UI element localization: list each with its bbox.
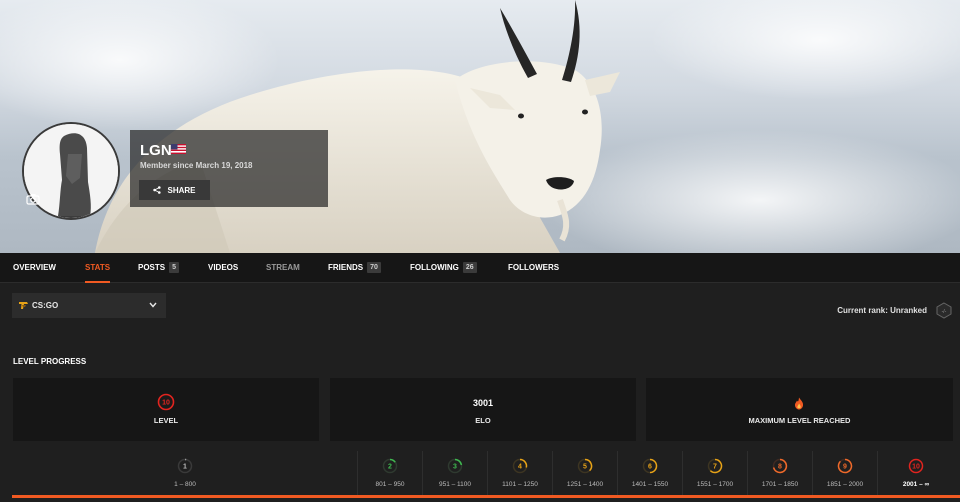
camera-icon[interactable] [26,193,40,205]
tab-stats[interactable]: STATS [85,253,111,283]
tab-friends[interactable]: FRIENDS 70 [328,253,381,283]
profile-tabs: OVERVIEW STATS POSTS 5 VIDEOS STREAM FRIE… [0,253,960,283]
level-range-9[interactable]: 9 1851 – 2000 [813,451,877,496]
level-range-text: 1851 – 2000 [826,481,864,488]
member-since: Member since March 19, 2018 [140,161,253,170]
level-range-text: 1401 – 1550 [631,481,669,488]
level-8-icon: 8 [772,458,788,474]
level-number: 10 [912,464,920,471]
level-card-label: LEVEL [153,416,179,425]
level-range-text: 801 – 950 [375,481,405,488]
moai-statue-image [24,124,118,218]
level-6-icon: 6 [642,458,658,474]
level-number: 9 [843,464,847,471]
level-4-icon: 4 [512,458,528,474]
level-range-1[interactable]: 1 1 – 800 [13,451,357,496]
share-label: SHARE [167,185,196,195]
profile-card: LGN Member since March 19, 2018 SHARE [130,130,328,207]
level-range-5[interactable]: 5 1251 – 1400 [553,451,617,496]
level-number: 6 [648,464,652,471]
level-number: 5 [583,464,587,471]
level-range-text: 1251 – 1400 [566,481,604,488]
level-range-6[interactable]: 6 1401 – 1550 [618,451,682,496]
tab-videos[interactable]: VIDEOS [208,253,238,283]
level-9-icon: 9 [837,458,853,474]
tab-label: STREAM [266,263,300,272]
level-range-10[interactable]: 10 2001 – ∞ [878,451,954,496]
tab-label: STATS [85,263,111,272]
level-10-badge-icon: 10 [157,393,175,411]
posts-count-badge: 5 [169,262,180,274]
level-number: 3 [453,464,457,471]
level-range-3[interactable]: 3 951 – 1100 [423,451,487,496]
level-card: 10 LEVEL [13,378,319,441]
game-selector-value: CS:GO [32,301,59,310]
username: LGN [140,142,172,159]
level-range-2[interactable]: 2 801 – 950 [358,451,422,496]
tab-posts[interactable]: POSTS 5 [138,253,180,283]
level-number: 8 [778,464,782,471]
share-button[interactable]: SHARE [139,180,210,200]
level-range-text: 1101 – 1250 [502,481,538,488]
tab-label: FOLLOWING [410,263,459,272]
level-3-icon: 3 [447,458,463,474]
level-range-text: 1701 – 1850 [761,481,799,488]
level-range-text: 1 – 800 [174,481,196,488]
tab-label: POSTS [138,263,166,272]
level-range-text: 951 – 1100 [438,481,472,488]
following-count-badge: 26 [462,262,477,274]
elo-card: 3001 ELO [330,378,636,441]
level-number: 1 [183,464,187,471]
tab-label: OVERVIEW [13,263,56,272]
tab-overview[interactable]: OVERVIEW [13,253,56,283]
current-rank: Current rank: Unranked [837,306,927,315]
tab-label: FRIENDS [328,263,364,272]
tab-followers[interactable]: FOLLOWERS [508,253,559,283]
level-5-icon: 5 [577,458,593,474]
tab-following[interactable]: FOLLOWING 26 [410,253,477,283]
csgo-icon [19,302,28,309]
level-badge-value: 10 [162,400,170,407]
elo-card-label: ELO [475,416,491,425]
level-number: 7 [713,464,717,471]
level-range-4[interactable]: 4 1101 – 1250 [488,451,552,496]
unranked-badge-icon: -/- [936,302,952,319]
level-progress-title: LEVEL PROGRESS [13,357,87,366]
profile-banner: LGN Member since March 19, 2018 SHARE [0,0,960,253]
svg-text:-/-: -/- [942,309,947,315]
tab-label: FOLLOWERS [508,263,560,272]
avatar[interactable] [22,122,120,220]
level-10-icon: 10 [908,458,924,474]
flame-icon [794,397,804,410]
max-level-label: MAXIMUM LEVEL REACHED [748,416,851,425]
level-number: 2 [388,464,392,471]
level-progress-bar [12,495,960,498]
level-2-icon: 2 [382,458,398,474]
banner-image [0,0,960,253]
max-level-card: MAXIMUM LEVEL REACHED [646,378,953,441]
share-icon [153,186,162,194]
chevron-down-icon [149,302,157,308]
level-range-text: 2001 – ∞ [902,481,930,488]
level-range-7[interactable]: 7 1551 – 1700 [683,451,747,496]
game-selector[interactable]: CS:GO [12,293,166,318]
us-flag-icon [171,144,186,154]
elo-value: 3001 [472,398,494,408]
level-7-icon: 7 [707,458,723,474]
level-range-8[interactable]: 8 1701 – 1850 [748,451,812,496]
tab-stream[interactable]: STREAM [266,253,300,283]
level-1-icon: 1 [177,458,193,474]
level-range-text: 1551 – 1700 [696,481,734,488]
level-number: 4 [518,464,522,471]
friends-count-badge: 70 [367,262,381,274]
tab-label: VIDEOS [208,263,239,272]
